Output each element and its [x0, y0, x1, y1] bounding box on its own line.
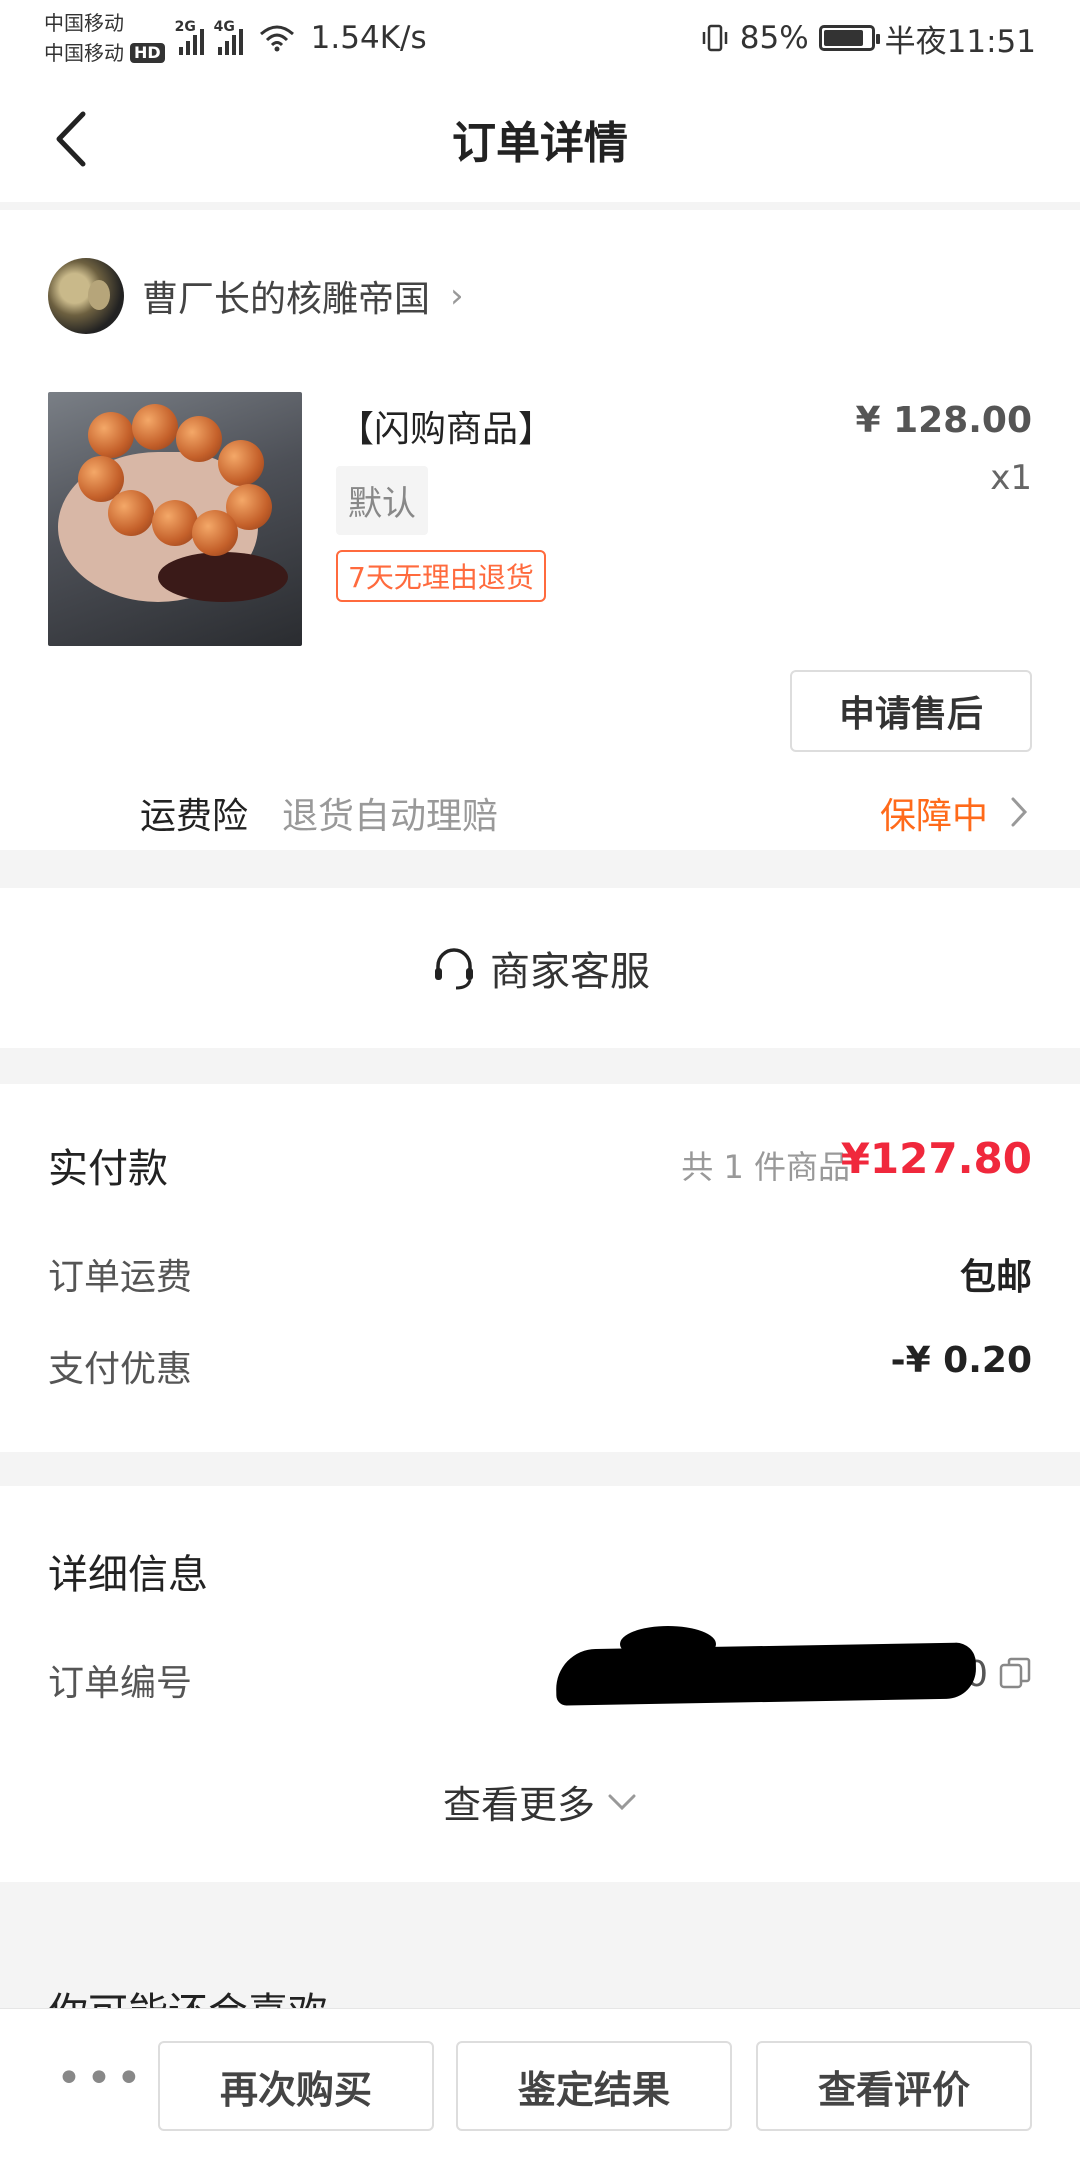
sku-tag: 默认 — [336, 466, 428, 535]
battery-percent: 85% — [739, 20, 809, 56]
paid-amount-label: 实付款 — [48, 1146, 168, 1192]
shipping-fee-value: 包邮 — [959, 1257, 1032, 1298]
order-item-card: 曹厂长的核雕帝国 › 【闪购商品】 默认 7天无理由退货 ¥ 128.00 x1… — [0, 210, 1080, 850]
hd-badge: HD — [130, 43, 165, 63]
view-more-label: 查看更多 — [442, 1783, 595, 1827]
order-details-card: 详细信息 订单编号 0 查看更多 — [0, 1486, 1080, 1882]
customer-service-button[interactable]: 商家客服 — [0, 888, 1080, 1048]
network-speed: 1.54K/s — [310, 20, 427, 56]
appraisal-result-button[interactable]: 鉴定结果 — [456, 2041, 732, 2131]
return-policy-badge: 7天无理由退货 — [336, 550, 546, 602]
details-title: 详细信息 — [48, 1552, 208, 1598]
paid-total: ¥127.80 — [840, 1134, 1032, 1183]
carrier-2: 中国移动 — [44, 41, 124, 65]
chevron-right-icon — [1011, 797, 1028, 827]
discount-label: 支付优惠 — [48, 1349, 193, 1390]
status-bar: 中国移动 中国移动 HD 2G 4G 1.54K/s 85% 半夜11:51 — [0, 0, 1080, 76]
shop-link[interactable]: 曹厂长的核雕帝国 › — [48, 258, 464, 334]
more-options-icon[interactable]: ••• — [56, 2053, 146, 2104]
item-count: 共 1 件商品 — [681, 1148, 850, 1186]
vibrate-icon — [702, 24, 727, 52]
chevron-down-icon — [608, 1794, 636, 1810]
buy-again-button[interactable]: 再次购买 — [158, 2041, 434, 2131]
chevron-right-icon: › — [450, 276, 464, 316]
insurance-status: 保障中 — [879, 796, 988, 837]
copy-icon[interactable] — [998, 1656, 1032, 1690]
insurance-desc: 退货自动理赔 — [282, 796, 499, 837]
shipping-fee-label: 订单运费 — [48, 1257, 193, 1298]
product-price: ¥ 128.00 — [855, 400, 1032, 441]
signal-2g-icon: 2G — [175, 19, 204, 55]
recommend-section: 你可能还会喜欢 — [0, 1924, 1080, 2008]
discount-value: -¥ 0.20 — [890, 1340, 1032, 1381]
shop-name: 曹厂长的核雕帝国 — [142, 279, 431, 320]
apply-after-sale-button[interactable]: 申请售后 — [790, 670, 1032, 752]
recommend-title: 你可能还会喜欢 — [48, 1980, 328, 2008]
redaction-mark — [620, 1626, 716, 1662]
product-image[interactable] — [48, 392, 302, 646]
signal-4g-icon: 4G — [214, 19, 243, 55]
clock: 半夜11:51 — [884, 23, 1036, 60]
header: 订单详情 — [0, 76, 1080, 202]
payment-summary-card: 实付款 共 1 件商品 ¥127.80 订单运费 包邮 支付优惠 -¥ 0.20 — [0, 1084, 1080, 1452]
wifi-icon — [259, 25, 294, 52]
product-title[interactable]: 【闪购商品】 — [338, 400, 554, 452]
bottom-action-bar: ••• 再次购买 鉴定结果 查看评价 — [0, 2008, 1080, 2160]
view-review-button[interactable]: 查看评价 — [756, 2041, 1032, 2131]
headset-icon — [435, 948, 473, 990]
back-arrow-icon — [56, 111, 86, 167]
redaction-mark — [555, 1642, 977, 1706]
page-title: 订单详情 — [452, 118, 628, 169]
product-quantity: x1 — [990, 458, 1032, 498]
insurance-label: 运费险 — [140, 796, 249, 837]
customer-service-label: 商家客服 — [490, 949, 650, 995]
customer-service-card: 商家客服 — [0, 888, 1080, 1048]
order-number-label: 订单编号 — [48, 1663, 193, 1704]
carrier-1: 中国移动 — [44, 11, 124, 35]
shop-avatar — [48, 258, 124, 334]
battery-icon — [818, 25, 880, 51]
view-more-button[interactable]: 查看更多 — [0, 1774, 1080, 1829]
back-button[interactable] — [40, 104, 100, 174]
carrier-info: 中国移动 中国移动 HD — [44, 8, 165, 68]
shipping-insurance-row[interactable]: 运费险 退货自动理赔 保障中 — [0, 778, 1080, 848]
